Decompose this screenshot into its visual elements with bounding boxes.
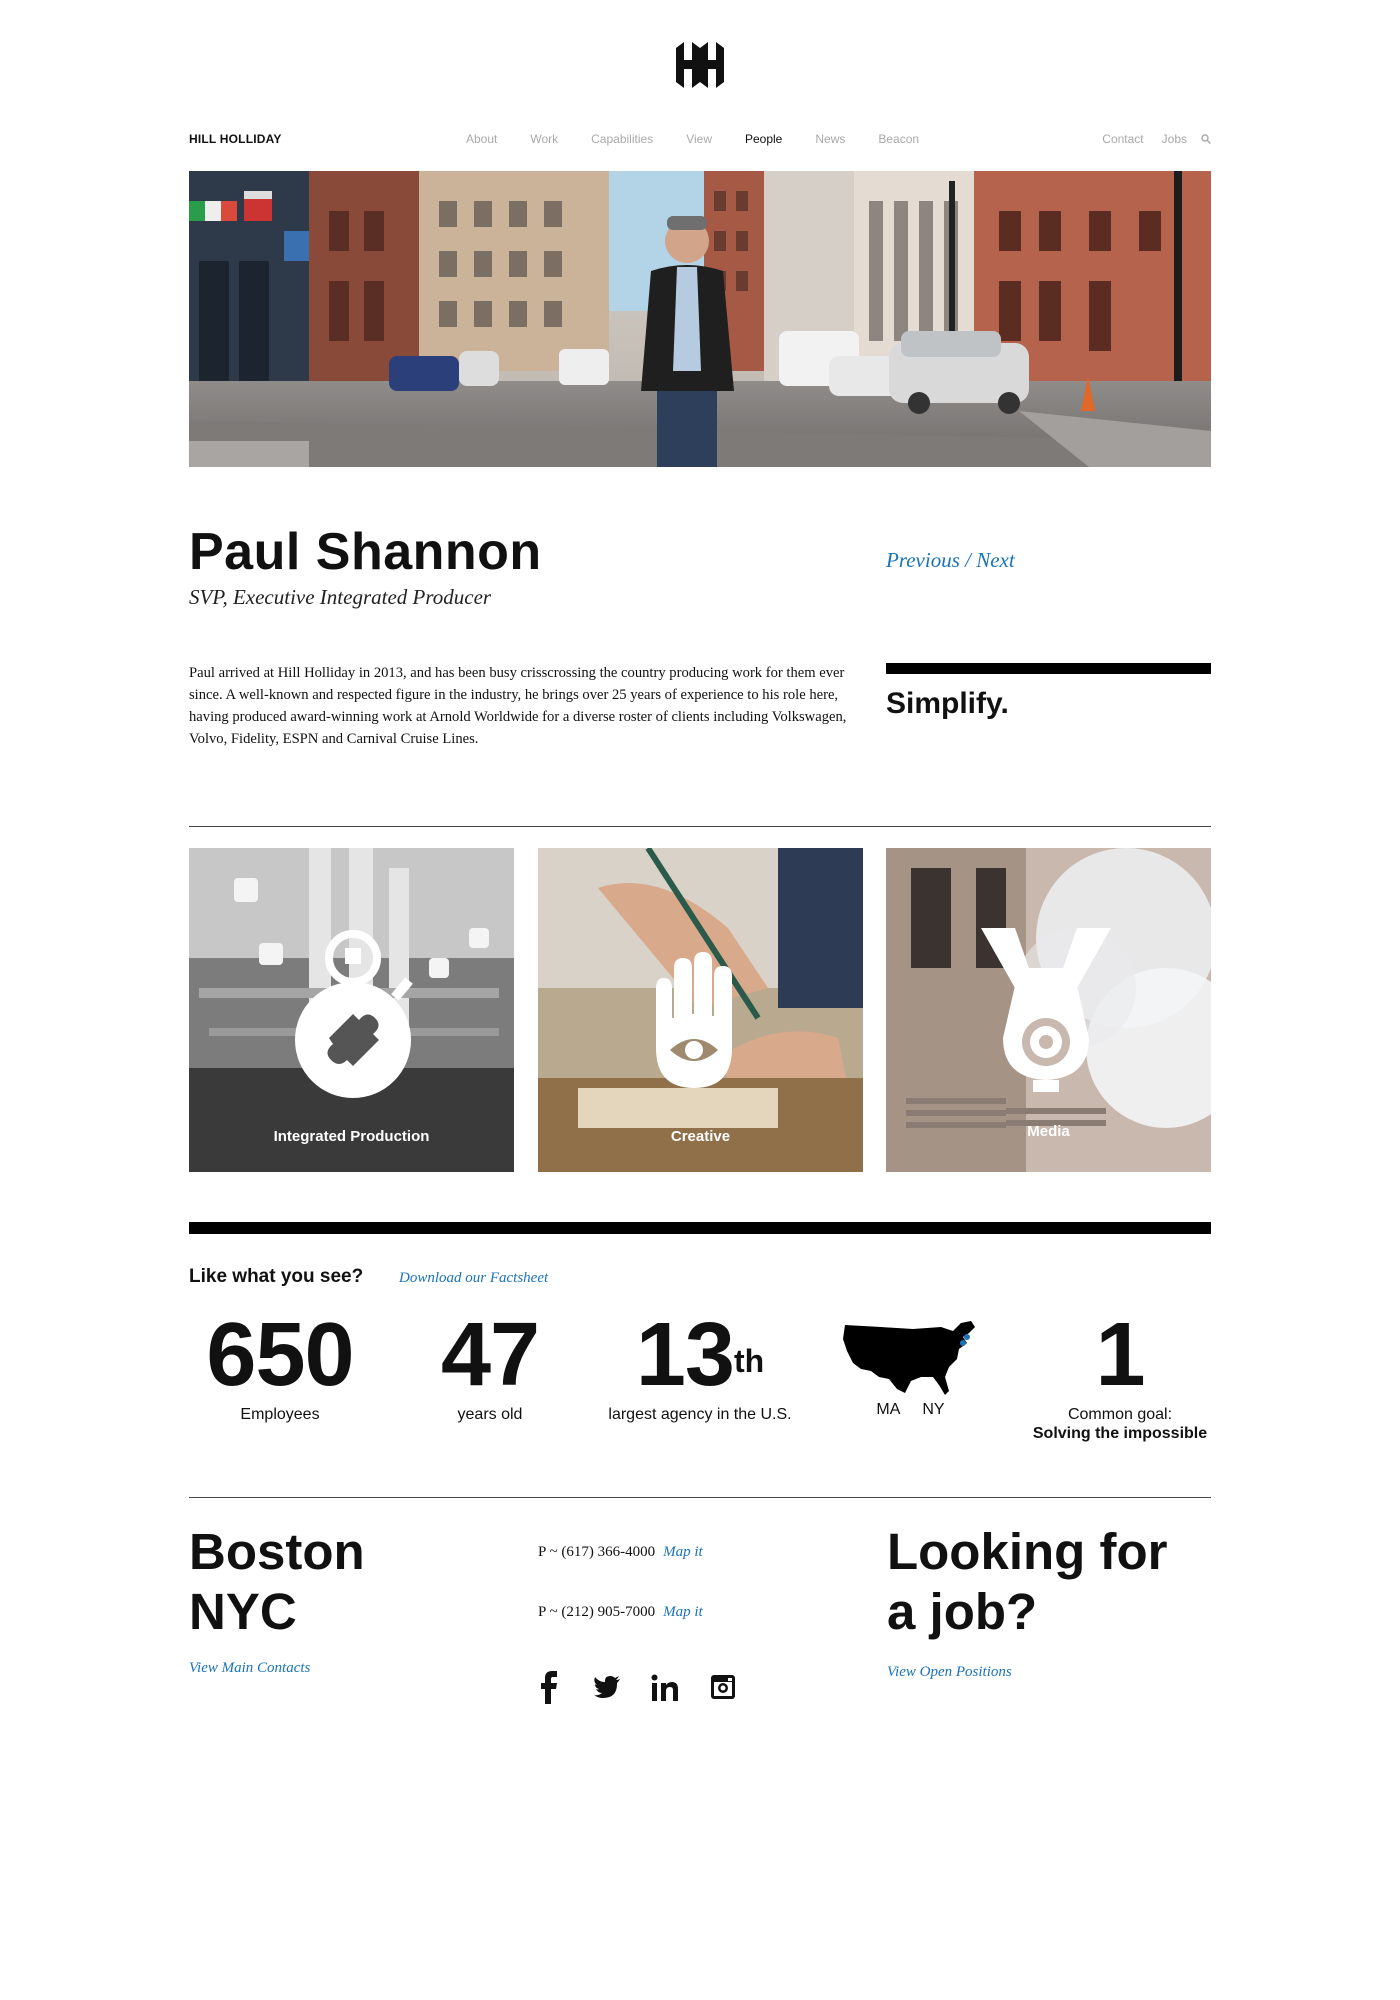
stat-number: 1 [1095,1305,1145,1405]
hero-photo [189,171,1211,467]
prev-next-nav: Previous / Next [886,548,1015,573]
target-funnel-icon [981,928,1111,1108]
person-name: Paul Shannon [189,523,542,581]
nav-item-news[interactable]: News [815,132,845,146]
stat-label: years old [457,1406,523,1423]
nav-item-work[interactable]: Work [530,132,558,146]
previous-link[interactable]: Previous [886,548,960,572]
nav-jobs-link[interactable]: Jobs [1162,132,1187,146]
stat-number: 13 [635,1305,735,1405]
brand-link[interactable]: HILL HOLLIDAY [189,132,282,146]
social-links [535,1670,767,1704]
stat-label-strong: Solving the impossible [1032,1425,1208,1442]
nav-item-about[interactable]: About [466,132,497,146]
stats-heading: Like what you see? [189,1266,364,1287]
tile-integrated-production[interactable]: Integrated Production [189,848,514,1172]
nav-menu: About Work Capabilities View People News… [466,132,952,146]
twitter-icon[interactable] [593,1670,621,1704]
instagram-icon[interactable] [709,1670,737,1704]
search-icon[interactable] [1201,134,1211,144]
nav-contact-link[interactable]: Contact [1102,132,1143,146]
nav-item-capabilities[interactable]: Capabilities [591,132,653,146]
stat-label: largest agency in the U.S. [608,1406,792,1423]
stat-years: 47 years old [400,1305,580,1424]
stat-label: Employees [240,1406,320,1423]
usa-map-icon [838,1305,983,1405]
tile-media[interactable]: Media [886,848,1211,1172]
person-bio: Paul arrived at Hill Holliday in 2013, a… [189,665,847,747]
phone-boston: P ~ (617) 366-4000 Map it [538,1544,703,1561]
job-line: a job? [887,1583,1038,1640]
location-ny: NY [922,1401,945,1418]
tile-label: Integrated Production [273,1128,430,1145]
stat-number: 650 [206,1305,354,1405]
download-factsheet-link[interactable]: Download our Factsheet [399,1270,548,1287]
phone-number: P ~ (617) 366-4000 [538,1544,656,1560]
stat-label: Common goal: [1067,1406,1173,1423]
job-line: Looking for [887,1523,1168,1580]
stat-number: 47 [440,1305,540,1405]
view-open-positions-link[interactable]: View Open Positions [887,1664,1012,1681]
tile-creative[interactable]: Creative [538,848,863,1172]
next-link[interactable]: Next [976,548,1014,572]
nav-utility: Contact Jobs [1084,132,1211,146]
view-main-contacts-link[interactable]: View Main Contacts [189,1660,310,1677]
nav-item-view[interactable]: View [686,132,712,146]
nav-item-beacon[interactable]: Beacon [878,132,919,146]
map-it-link[interactable]: Map it [663,1544,703,1560]
location-ma: MA [876,1401,901,1418]
hh-logo-icon[interactable] [672,42,728,88]
stat-suffix: th [733,1343,765,1379]
footer-divider [189,1497,1211,1498]
person-quote: Simplify. [886,687,1009,720]
section-divider [189,826,1211,827]
person-title: SVP, Executive Integrated Producer [189,585,492,609]
stats-divider [189,1222,1211,1234]
tile-label: Media [1027,1123,1070,1140]
nav-item-people[interactable]: People [745,132,782,146]
phone-number: P ~ (212) 905-7000 [538,1604,656,1620]
phone-nyc: P ~ (212) 905-7000 Map it [538,1604,703,1621]
stat-locations: MA NY [838,1305,983,1419]
stat-rank: 13th largest agency in the U.S. [590,1305,810,1424]
map-it-link[interactable]: Map it [663,1604,703,1620]
tile-label: Creative [670,1128,731,1145]
quote-divider [886,663,1211,674]
main-nav: HILL HOLLIDAY About Work Capabilities Vi… [189,132,1211,152]
stat-employees: 650 Employees [190,1305,370,1424]
stat-goal: 1 Common goal: Solving the impossible [1010,1305,1230,1443]
hand-eye-icon [638,948,748,1098]
city-nyc: NYC [189,1583,297,1640]
stopwatch-puzzle-icon [289,928,419,1098]
linkedin-icon[interactable] [651,1670,679,1704]
city-boston: Boston [189,1523,365,1580]
prev-next-separator: / [959,548,977,572]
facebook-icon[interactable] [535,1670,563,1704]
job-heading: Looking for a job? [887,1522,1167,1642]
